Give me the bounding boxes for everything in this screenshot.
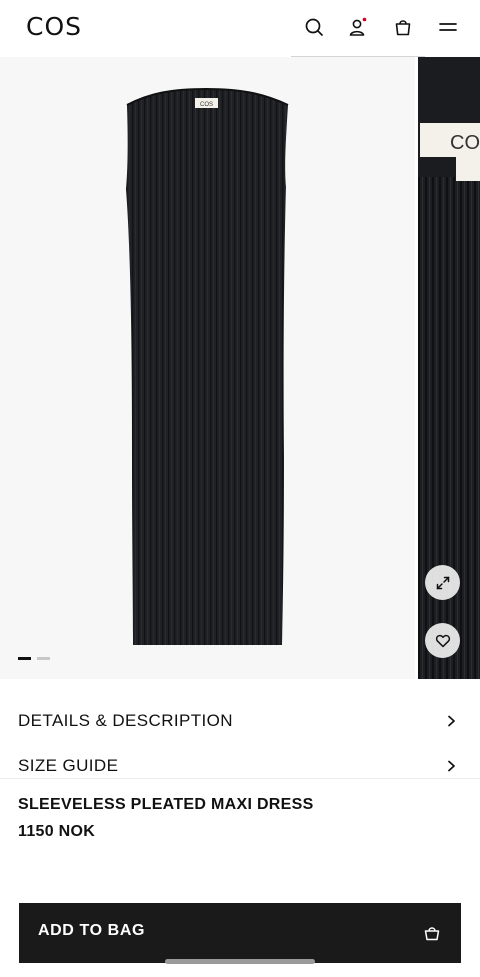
gallery-dot-2[interactable] [37, 657, 50, 660]
product-gallery[interactable]: COS COS [0, 57, 480, 679]
search-icon[interactable] [303, 16, 325, 38]
section-divider [0, 778, 480, 779]
dress-detail-label-text: COS [450, 132, 480, 154]
product-price: 1150 NOK [18, 823, 96, 840]
add-to-favourites-button[interactable] [425, 623, 460, 658]
bag-icon [424, 927, 440, 941]
gallery-dot-1[interactable] [18, 657, 31, 660]
accordion-label: SIZE GUIDE [18, 756, 119, 775]
brand-logo[interactable]: COS [26, 12, 82, 41]
expand-icon [436, 576, 449, 589]
bag-icon[interactable] [392, 16, 414, 38]
dress-label-text: COS [200, 102, 213, 108]
menu-icon[interactable] [437, 16, 459, 38]
chevron-right-icon [448, 760, 455, 772]
gallery-pagination [18, 657, 50, 660]
details-description-accordion[interactable]: DETAILS & DESCRIPTION [0, 700, 480, 740]
heart-icon [435, 634, 450, 647]
product-image-main[interactable]: COS [0, 57, 415, 679]
chevron-right-icon [448, 715, 455, 727]
dress-image: COS [126, 87, 289, 645]
expand-image-button[interactable] [425, 565, 460, 600]
add-to-bag-label: ADD TO BAG [38, 922, 146, 939]
account-icon[interactable] [347, 16, 369, 38]
accordion-label: DETAILS & DESCRIPTION [18, 711, 233, 730]
add-to-bag-button[interactable]: ADD TO BAG [19, 903, 461, 963]
size-guide-accordion[interactable]: SIZE GUIDE [0, 745, 480, 785]
home-indicator[interactable] [165, 959, 315, 964]
notification-dot [362, 17, 367, 22]
product-name: SLEEVELESS PLEATED MAXI DRESS [18, 796, 314, 813]
site-header: COS [0, 0, 480, 57]
